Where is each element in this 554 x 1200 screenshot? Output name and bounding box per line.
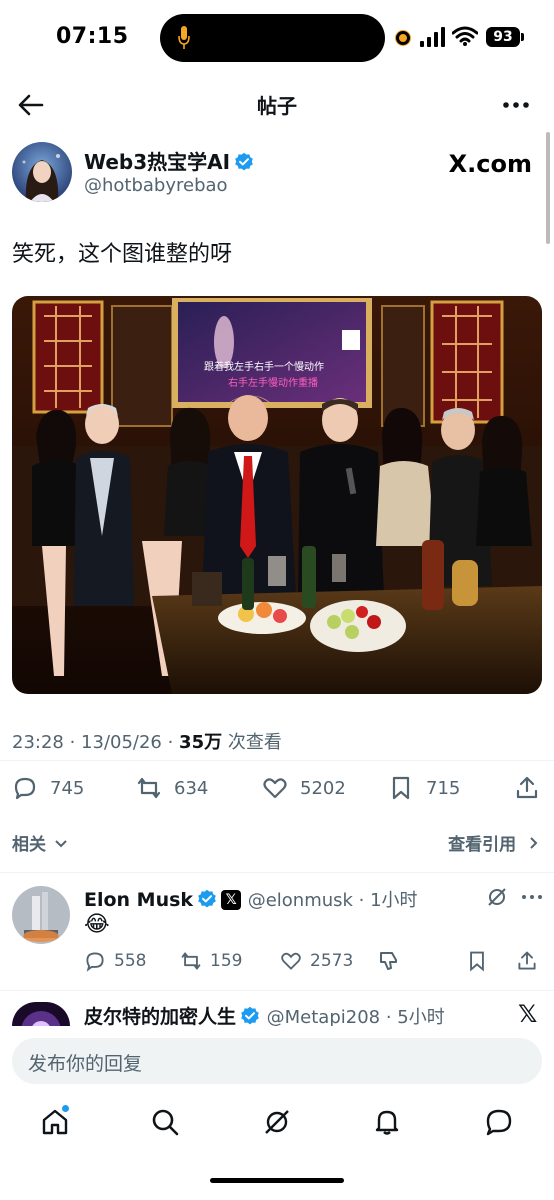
- more-icon[interactable]: [500, 90, 532, 120]
- dynamic-island: [160, 14, 385, 62]
- reply-like-count: 2573: [310, 951, 354, 971]
- author-name-text[interactable]: Web3热宝学AI: [84, 150, 230, 174]
- share-icon: [518, 951, 536, 970]
- chevron-down-icon: [55, 840, 67, 848]
- reply-like-button[interactable]: 2573: [280, 946, 353, 976]
- grok-icon[interactable]: [486, 886, 508, 908]
- reply-retweet-button[interactable]: 159: [180, 946, 242, 976]
- reply-share-button[interactable]: [516, 946, 546, 976]
- chevron-right-icon: [530, 837, 538, 849]
- reply-handle[interactable]: @elonmusk · 1小时: [248, 890, 418, 911]
- reply-avatar[interactable]: [12, 1002, 70, 1026]
- divider: [0, 990, 554, 991]
- recording-indicator-icon: [396, 31, 410, 45]
- reply-author[interactable]: Elon Musk 𝕏 @elonmusk · 1小时: [84, 886, 418, 912]
- retweet-button[interactable]: 634: [136, 772, 208, 804]
- microphone-icon: [178, 26, 190, 49]
- bookmark-count: 715: [426, 777, 461, 799]
- notification-dot: [62, 1105, 69, 1112]
- like-count: 5202: [300, 777, 346, 799]
- like-icon: [263, 778, 287, 799]
- retweet-icon: [137, 777, 161, 799]
- view-quotes-link[interactable]: 查看引用: [448, 830, 540, 855]
- post-header: 帖子: [0, 76, 554, 134]
- reply-icon: [86, 952, 104, 972]
- grok-icon[interactable]: [262, 1107, 292, 1137]
- reply-button[interactable]: 745: [12, 772, 84, 804]
- author-avatar[interactable]: [12, 142, 72, 202]
- reply-count: 745: [50, 777, 85, 799]
- reply-author[interactable]: 皮尔特的加密人生 @Metapi208 · 5小时: [84, 1002, 445, 1029]
- karaoke-caption-2: 右手左手慢动作重播: [228, 376, 318, 389]
- verified-icon: [241, 1006, 259, 1025]
- post-actions: 745 634 5202 715: [0, 768, 554, 808]
- search-icon[interactable]: [150, 1107, 180, 1137]
- like-icon: [281, 952, 301, 970]
- reply-name[interactable]: 皮尔特的加密人生: [84, 1006, 236, 1028]
- scroll-indicator[interactable]: [546, 132, 550, 244]
- reply-reply-count: 558: [114, 951, 147, 971]
- xcom-logo: X.com: [448, 150, 532, 178]
- bottom-nav: [0, 1095, 554, 1155]
- bookmark-icon: [392, 776, 410, 800]
- thumbs-down-icon: [380, 952, 397, 970]
- reply-input[interactable]: 发布你的回复: [12, 1038, 542, 1084]
- post-timestamp: 23:28 · 13/05/26 ·: [12, 732, 180, 753]
- post-meta: 23:28 · 13/05/26 · 35万 次查看: [12, 728, 282, 754]
- reply-bookmark-button[interactable]: [466, 946, 496, 976]
- page-title: 帖子: [257, 94, 297, 118]
- karaoke-caption-1: 跟着我左手右手一个慢动作: [204, 360, 324, 373]
- battery-nub: [521, 33, 524, 41]
- status-time: 07:15: [56, 24, 129, 49]
- share-icon: [516, 776, 538, 799]
- retweet-icon: [181, 952, 201, 970]
- divider: [0, 872, 554, 873]
- verified-icon: [198, 889, 216, 908]
- related-toggle[interactable]: 相关: [12, 830, 68, 855]
- x-affiliation-icon: 𝕏: [221, 890, 242, 910]
- wifi-icon: [452, 26, 478, 46]
- views-count[interactable]: 35万: [179, 732, 222, 753]
- reply-actions: 558 159 2573: [0, 946, 554, 976]
- x-logo-icon: 𝕏: [518, 1000, 538, 1028]
- reply-reply-button[interactable]: 558: [84, 946, 146, 976]
- author-handle[interactable]: @hotbabyrebao: [84, 175, 228, 196]
- home-indicator[interactable]: [210, 1178, 344, 1183]
- view-quotes-label: 查看引用: [448, 835, 517, 855]
- status-bar: 07:15 93: [0, 0, 554, 76]
- views-label: 次查看: [222, 732, 282, 753]
- author-name[interactable]: Web3热宝学AI: [84, 146, 254, 175]
- bookmark-button[interactable]: 715: [388, 772, 460, 804]
- messages-icon[interactable]: [484, 1107, 514, 1137]
- share-button[interactable]: [514, 772, 552, 804]
- reply-retweet-count: 159: [210, 951, 243, 971]
- retweet-count: 634: [174, 777, 209, 799]
- reply-input-placeholder: 发布你的回复: [28, 1053, 143, 1075]
- bell-icon[interactable]: [372, 1107, 402, 1137]
- related-label: 相关: [12, 835, 46, 855]
- reply-dislike-button[interactable]: [378, 946, 408, 976]
- post-image[interactable]: 跟着我左手右手一个慢动作 右手左手慢动作重播: [12, 296, 542, 694]
- verified-icon: [235, 152, 253, 171]
- like-button[interactable]: 5202: [262, 772, 346, 804]
- reply-icon: [14, 777, 36, 800]
- bookmark-icon: [470, 951, 484, 972]
- reply-text: 😂: [84, 912, 110, 937]
- reply-more-icon[interactable]: [520, 892, 544, 902]
- reply-handle[interactable]: @Metapi208 · 5小时: [267, 1007, 445, 1028]
- battery-level: 93: [486, 27, 520, 47]
- post-text: 笑死，这个图谁整的呀: [12, 242, 233, 267]
- reply-avatar[interactable]: [12, 886, 70, 944]
- cellular-signal-icon: [420, 27, 445, 47]
- reply-name[interactable]: Elon Musk: [84, 889, 193, 911]
- divider: [0, 760, 554, 761]
